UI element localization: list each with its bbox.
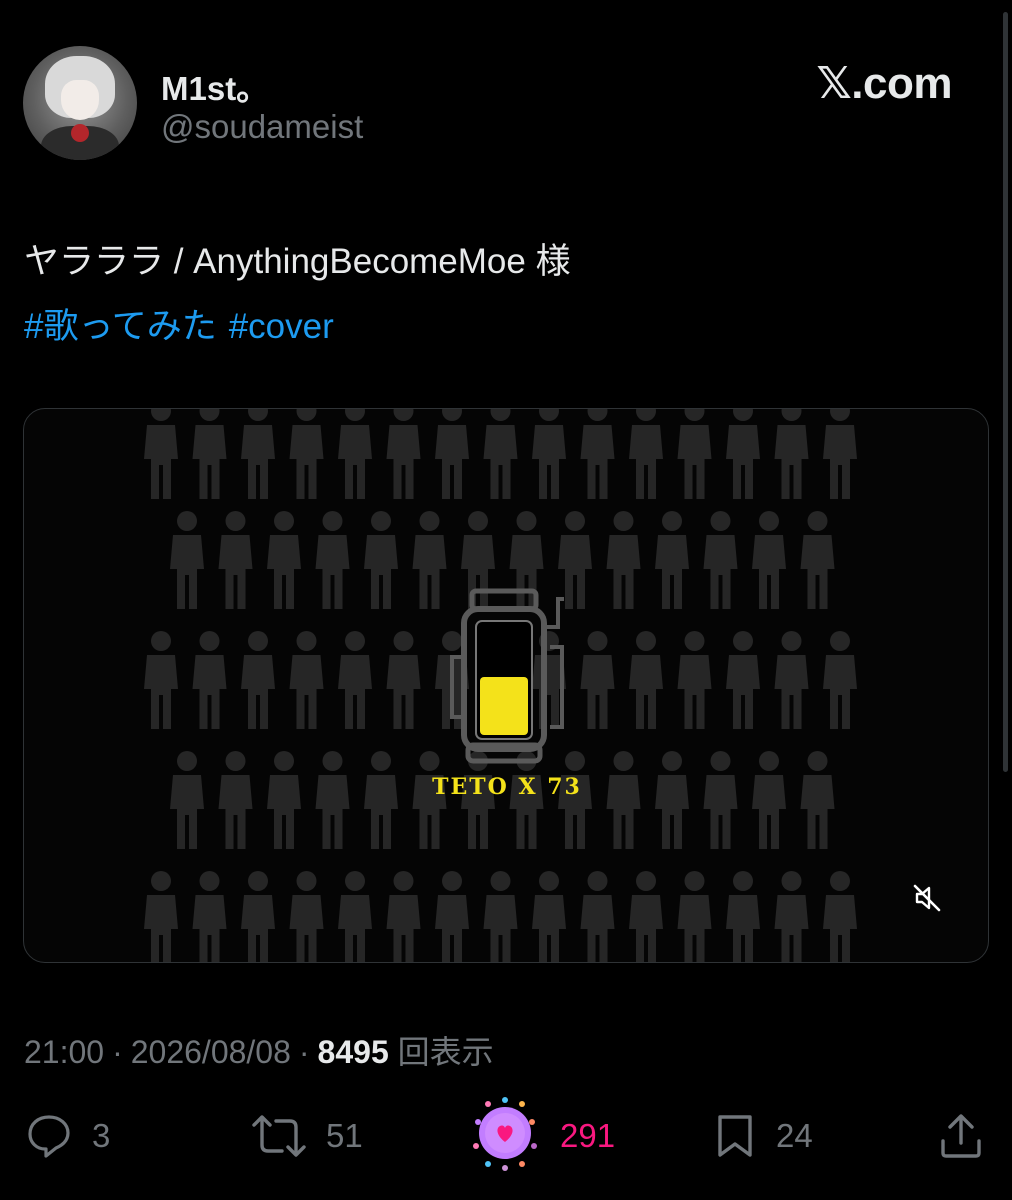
views-label: 回表示 <box>397 1034 494 1070</box>
hashtag-cover[interactable]: #cover <box>229 307 334 346</box>
meta-separator: · <box>298 1034 310 1070</box>
post-time[interactable]: 21:00 <box>24 1034 104 1070</box>
share-icon <box>941 1114 981 1158</box>
post-text: ヤラララ / AnythingBecomeMoe 様 <box>24 242 571 281</box>
post-meta: 21:00 · 2026/08/08 · 8495 回表示 <box>24 1027 494 1073</box>
avatar-collar <box>71 124 89 142</box>
repost-count: 51 <box>326 1117 363 1154</box>
bookmark-icon <box>718 1115 752 1157</box>
mute-button[interactable] <box>912 883 952 923</box>
repost-icon <box>252 1115 306 1157</box>
avatar-face <box>61 80 99 120</box>
like-icon <box>473 1097 537 1171</box>
like-count: 291 <box>560 1117 616 1154</box>
video-overlay-text: TETO X 73 <box>432 774 582 800</box>
video-thumbnail: TETO X 73 <box>144 409 857 962</box>
battery-fill <box>480 677 528 735</box>
like-button[interactable]: 291 <box>466 1097 616 1171</box>
share-button[interactable] <box>936 1108 986 1164</box>
reply-count: 3 <box>92 1117 111 1154</box>
post-date[interactable]: 2026/08/08 <box>131 1034 291 1070</box>
user-handle[interactable]: @soudameist <box>161 108 363 146</box>
hashtags: #歌ってみた #cover <box>24 298 346 349</box>
scrollbar[interactable] <box>1003 12 1008 772</box>
avatar[interactable] <box>23 46 137 160</box>
reply-icon <box>28 1115 70 1158</box>
meta-separator: · <box>112 1034 123 1070</box>
repost-button[interactable]: 51 <box>250 1108 363 1164</box>
hashtag-utattemita[interactable]: #歌ってみた <box>24 307 217 346</box>
brand-logo: 𝕏.com <box>816 59 952 108</box>
mute-icon <box>913 884 941 912</box>
video-player[interactable]: TETO X 73 <box>23 408 989 963</box>
display-name[interactable]: M1st。 <box>161 62 269 110</box>
bookmark-count: 24 <box>776 1117 813 1154</box>
views-count: 8495 <box>317 1034 389 1070</box>
reply-button[interactable]: 3 <box>24 1108 110 1164</box>
bookmark-button[interactable]: 24 <box>712 1108 813 1164</box>
post-page: M1st。 @soudameist 𝕏.com ヤラララ / AnythingB… <box>0 0 1012 1200</box>
